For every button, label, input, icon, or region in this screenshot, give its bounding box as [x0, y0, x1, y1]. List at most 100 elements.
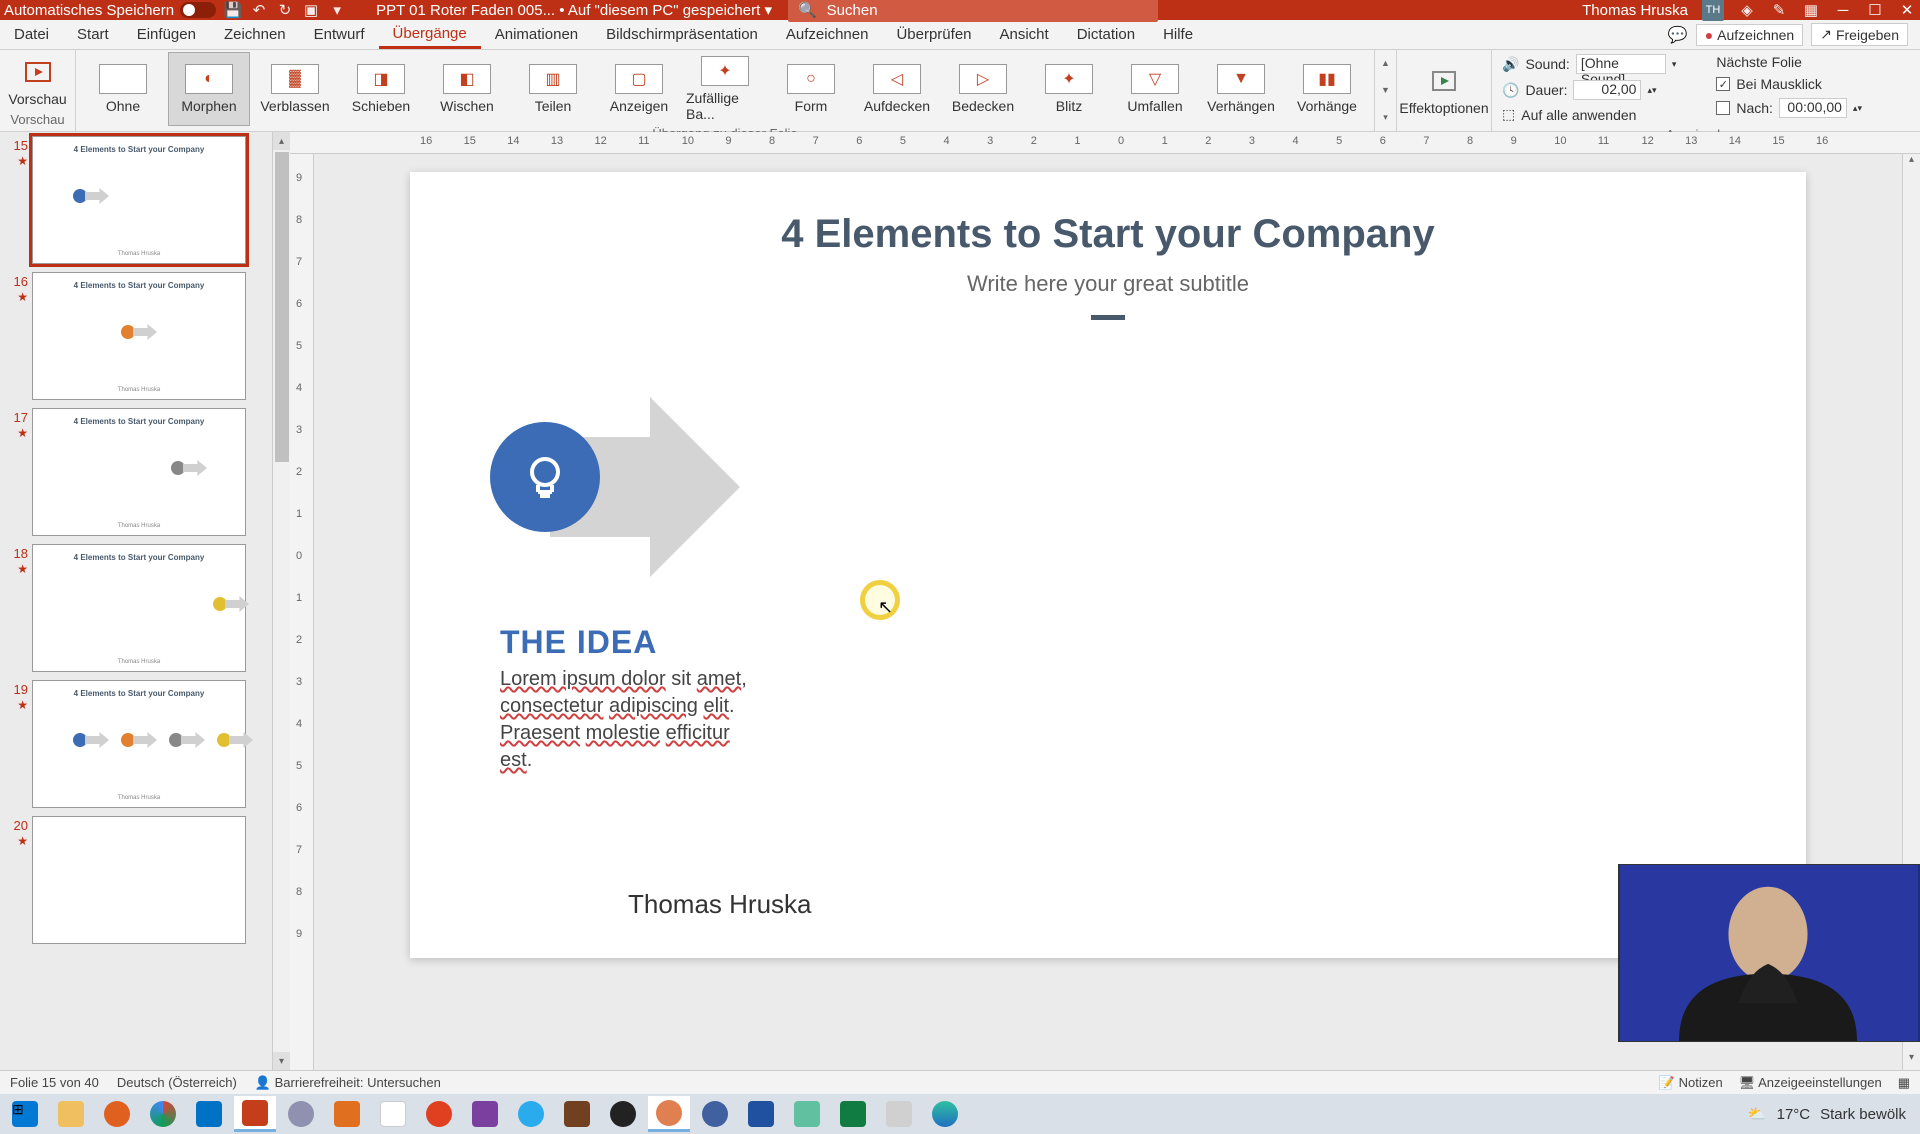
duration-input[interactable]: 02,00 [1573, 80, 1641, 100]
autosave-toggle[interactable] [180, 2, 216, 18]
transition-zufällige ba...[interactable]: ✦Zufällige Ba... [684, 52, 766, 126]
apply-all-button[interactable]: Auf alle anwenden [1521, 107, 1636, 123]
comments-icon[interactable]: 💬 [1668, 25, 1688, 45]
slide-title[interactable]: 4 Elements to Start your Company [410, 172, 1806, 257]
share-button[interactable]: ↗Freigeben [1811, 23, 1908, 46]
after-checkbox[interactable] [1716, 101, 1730, 115]
redo-icon[interactable]: ↻ [276, 1, 294, 19]
slide-thumb-16[interactable]: 16★4 Elements to Start your CompanyThoma… [8, 272, 268, 400]
transition-morphen[interactable]: ◐Morphen [168, 52, 250, 126]
notes-button[interactable]: 📝 Notizen [1659, 1075, 1723, 1091]
present-from-start-icon[interactable]: ▣ [302, 1, 320, 19]
record-button[interactable]: ●Aufzeichnen [1696, 24, 1804, 46]
effect-options-button[interactable]: Effektoptionen [1403, 52, 1485, 129]
transition-vorhänge[interactable]: ▮▮Vorhänge [1286, 52, 1368, 126]
on-click-checkbox[interactable] [1716, 77, 1730, 91]
transition-anzeigen[interactable]: ▢Anzeigen [598, 52, 680, 126]
search-box[interactable]: 🔍 Suchen [788, 0, 1158, 22]
horizontal-ruler[interactable]: 1615141312111098765432101234567891011121… [290, 132, 1920, 154]
undo-icon[interactable]: ↶ [250, 1, 268, 19]
slide-thumb-18[interactable]: 18★4 Elements to Start your CompanyThoma… [8, 544, 268, 672]
transition-ohne[interactable]: Ohne [82, 52, 164, 126]
transition-schieben[interactable]: ◨Schieben [340, 52, 422, 126]
taskbar-vlc[interactable] [326, 1096, 368, 1132]
taskbar-powerpoint[interactable] [234, 1096, 276, 1132]
gallery-up-icon[interactable]: ▲ [1381, 58, 1390, 68]
menu-tab-aufzeichnen[interactable]: Aufzeichnen [772, 20, 883, 49]
menu-tab-datei[interactable]: Datei [0, 20, 63, 49]
slide-thumb-17[interactable]: 17★4 Elements to Start your CompanyThoma… [8, 408, 268, 536]
taskbar-excel[interactable] [832, 1096, 874, 1132]
weather-temp[interactable]: 17°C [1777, 1106, 1811, 1123]
element-body-text[interactable]: Lorem ipsum dolor sit amet, consectetur … [500, 666, 760, 774]
taskbar-app-4[interactable] [556, 1096, 598, 1132]
slide-thumb-15[interactable]: 15★4 Elements to Start your CompanyThoma… [8, 136, 268, 264]
menu-tab-überprüfen[interactable]: Überprüfen [882, 20, 985, 49]
menu-tab-bildschirmpräsentation[interactable]: Bildschirmpräsentation [592, 20, 772, 49]
menu-tab-entwurf[interactable]: Entwurf [300, 20, 379, 49]
pen-icon[interactable]: ✎ [1770, 1, 1788, 19]
transition-form[interactable]: ○Form [770, 52, 852, 126]
window-layout-icon[interactable]: ▦ [1802, 1, 1820, 19]
taskbar-app-10[interactable] [878, 1096, 920, 1132]
taskbar-app-1[interactable] [280, 1096, 322, 1132]
save-icon[interactable]: 💾 [224, 1, 242, 19]
idea-icon-circle[interactable] [490, 422, 600, 532]
taskbar-app-2[interactable] [372, 1096, 414, 1132]
transition-aufdecken[interactable]: ◁Aufdecken [856, 52, 938, 126]
author-name[interactable]: Thomas Hruska [628, 889, 812, 920]
slide-subtitle[interactable]: Write here your great subtitle [410, 271, 1806, 297]
gallery-more-icon[interactable]: ▾ [1383, 112, 1388, 123]
transition-verblassen[interactable]: ▓Verblassen [254, 52, 336, 126]
gallery-down-icon[interactable]: ▼ [1381, 85, 1390, 95]
sound-select[interactable]: [Ohne Sound] [1576, 54, 1666, 74]
taskbar-app-9[interactable] [786, 1096, 828, 1132]
taskbar-chrome[interactable] [142, 1096, 184, 1132]
transition-umfallen[interactable]: ▽Umfallen [1114, 52, 1196, 126]
menu-tab-dictation[interactable]: Dictation [1063, 20, 1149, 49]
menu-tab-zeichnen[interactable]: Zeichnen [210, 20, 300, 49]
after-input[interactable]: 00:00,00 [1779, 98, 1847, 118]
taskbar-telegram[interactable] [510, 1096, 552, 1132]
taskbar-explorer[interactable] [50, 1096, 92, 1132]
taskbar-app-5[interactable] [602, 1096, 644, 1132]
normal-view-icon[interactable]: ▦ [1898, 1075, 1910, 1091]
transition-bedecken[interactable]: ▷Bedecken [942, 52, 1024, 126]
taskbar-edge[interactable] [924, 1096, 966, 1132]
preview-button[interactable]: Vorschau [6, 52, 69, 112]
close-button[interactable]: ✕ [1898, 1, 1916, 19]
slide-counter[interactable]: Folie 15 von 40 [10, 1075, 99, 1090]
taskbar-firefox[interactable] [96, 1096, 138, 1132]
slide-thumb-19[interactable]: 19★4 Elements to Start your CompanyThoma… [8, 680, 268, 808]
transition-teilen[interactable]: ▥Teilen [512, 52, 594, 126]
menu-tab-übergänge[interactable]: Übergänge [379, 20, 481, 49]
user-name[interactable]: Thomas Hruska [1582, 2, 1688, 19]
qat-more-icon[interactable]: ▾ [328, 1, 346, 19]
slide-thumb-20[interactable]: 20★ [8, 816, 268, 944]
menu-tab-start[interactable]: Start [63, 20, 123, 49]
menu-tab-einfügen[interactable]: Einfügen [123, 20, 210, 49]
user-avatar[interactable]: TH [1702, 0, 1724, 21]
accessibility-status[interactable]: 👤 Barrierefreiheit: Untersuchen [255, 1075, 441, 1091]
display-settings-button[interactable]: 🖥 Anzeigeeinstellungen [1739, 1075, 1882, 1091]
transition-verhängen[interactable]: ▼Verhängen [1200, 52, 1282, 126]
weather-desc[interactable]: Stark bewölk [1820, 1106, 1906, 1123]
menu-tab-hilfe[interactable]: Hilfe [1149, 20, 1207, 49]
language-status[interactable]: Deutsch (Österreich) [117, 1075, 237, 1090]
minimize-button[interactable]: ─ [1834, 1, 1852, 19]
taskbar-onenote[interactable] [464, 1096, 506, 1132]
element-heading[interactable]: THE IDEA [500, 624, 657, 661]
taskbar-app-6[interactable] [648, 1096, 690, 1132]
menu-tab-ansicht[interactable]: Ansicht [986, 20, 1063, 49]
transition-wischen[interactable]: ◧Wischen [426, 52, 508, 126]
menu-tab-animationen[interactable]: Animationen [481, 20, 592, 49]
weather-icon[interactable]: ⛅ [1748, 1105, 1767, 1123]
maximize-button[interactable]: ☐ [1866, 1, 1884, 19]
taskbar-app-3[interactable] [418, 1096, 460, 1132]
taskbar-outlook[interactable] [188, 1096, 230, 1132]
taskbar-app-8[interactable] [740, 1096, 782, 1132]
vertical-ruler[interactable]: 9876543210123456789 [290, 154, 314, 1070]
start-button[interactable]: ⊞ [4, 1096, 46, 1132]
slide-canvas[interactable]: 4 Elements to Start your Company Write h… [410, 172, 1806, 958]
transition-blitz[interactable]: ✦Blitz [1028, 52, 1110, 126]
